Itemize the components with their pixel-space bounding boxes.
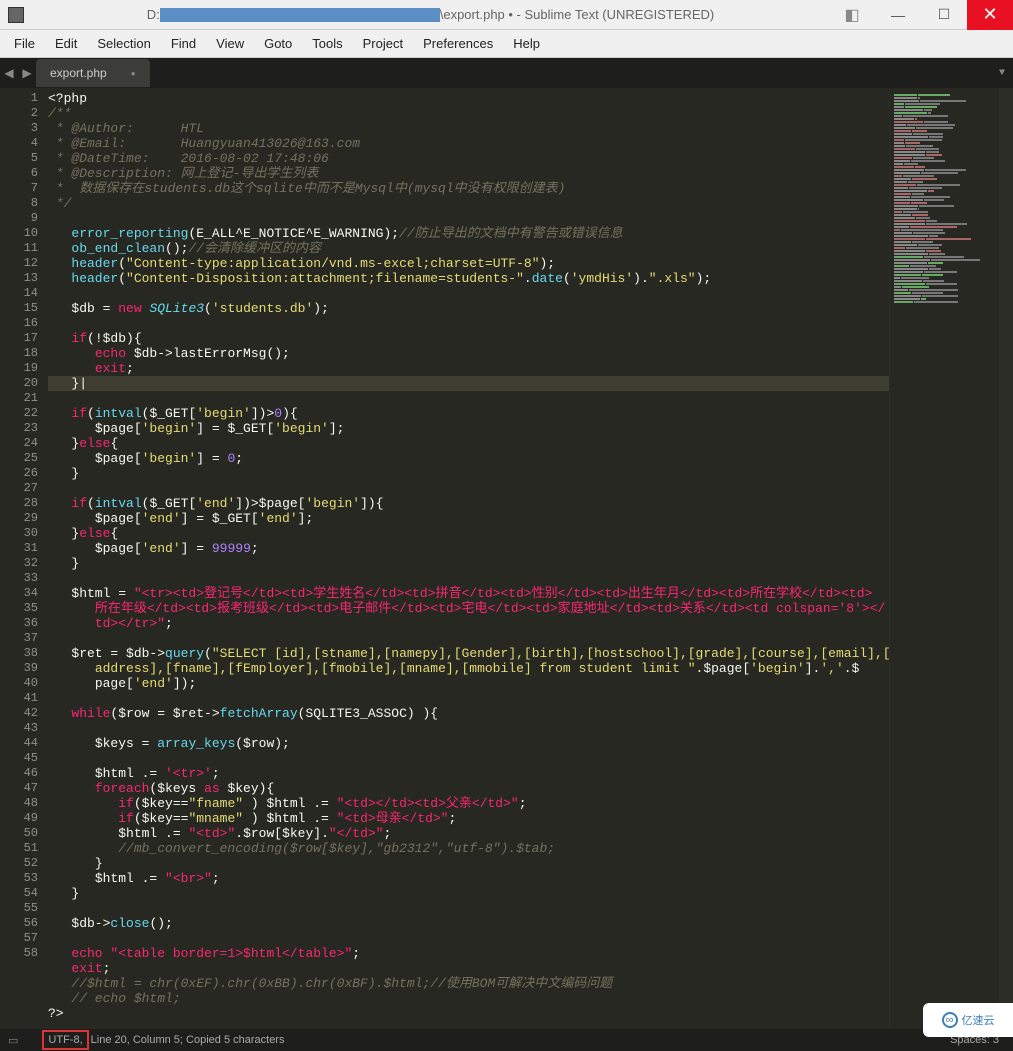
scrollbar[interactable] bbox=[999, 88, 1013, 1029]
line-gutter: 1234567891011121314151617181920212223242… bbox=[0, 88, 48, 1029]
menu-edit[interactable]: Edit bbox=[45, 32, 87, 55]
minimap[interactable] bbox=[889, 88, 999, 1029]
tab-prev-icon[interactable]: ◀ bbox=[0, 59, 18, 87]
title-filename: \export.php • - Sublime Text (UNREGISTER… bbox=[440, 7, 715, 22]
minimize-button[interactable]: — bbox=[875, 0, 921, 30]
tab-next-icon[interactable]: ▶ bbox=[18, 59, 36, 87]
app-icon bbox=[8, 7, 24, 23]
help-icon[interactable]: ◧ bbox=[829, 0, 875, 30]
menu-project[interactable]: Project bbox=[353, 32, 413, 55]
watermark-icon: ∞ bbox=[942, 1012, 958, 1028]
menu-goto[interactable]: Goto bbox=[254, 32, 302, 55]
menu-help[interactable]: Help bbox=[503, 32, 550, 55]
encoding-indicator[interactable]: UTF-8, bbox=[44, 1032, 86, 1048]
watermark-text: 亿速云 bbox=[962, 1012, 995, 1028]
path-prefix: D: bbox=[147, 7, 160, 22]
tab-menu-icon[interactable]: ▼ bbox=[999, 68, 1005, 79]
menu-view[interactable]: View bbox=[206, 32, 254, 55]
title-bar: D: \export.php • - Sublime Text (UNREGIST… bbox=[0, 0, 1013, 30]
editor-area: 1234567891011121314151617181920212223242… bbox=[0, 88, 1013, 1029]
tab-dirty-icon: ● bbox=[131, 69, 136, 78]
path-hidden-region bbox=[160, 8, 440, 22]
file-tab[interactable]: export.php ● bbox=[36, 59, 150, 87]
status-icon: ▭ bbox=[8, 1034, 18, 1047]
menu-bar: File Edit Selection Find View Goto Tools… bbox=[0, 30, 1013, 58]
maximize-button[interactable]: ☐ bbox=[921, 0, 967, 30]
tab-label: export.php bbox=[50, 66, 107, 80]
menu-find[interactable]: Find bbox=[161, 32, 206, 55]
tab-row: ◀ ▶ export.php ● ▼ bbox=[0, 58, 1013, 88]
close-button[interactable]: ✕ bbox=[967, 0, 1013, 30]
menu-tools[interactable]: Tools bbox=[302, 32, 352, 55]
menu-selection[interactable]: Selection bbox=[87, 32, 160, 55]
menu-preferences[interactable]: Preferences bbox=[413, 32, 503, 55]
window-title: D: \export.php • - Sublime Text (UNREGIST… bbox=[32, 7, 829, 23]
status-bar: ▭ UTF-8, Line 20, Column 5; Copied 5 cha… bbox=[0, 1029, 1013, 1051]
code-editor[interactable]: <?php/** * @Author: HTL * @Email: Huangy… bbox=[48, 88, 889, 1029]
menu-file[interactable]: File bbox=[4, 32, 45, 55]
watermark-badge: ∞ 亿速云 bbox=[923, 1003, 1013, 1037]
cursor-position: Line 20, Column 5; Copied 5 characters bbox=[91, 1034, 285, 1046]
window-buttons: ◧ — ☐ ✕ bbox=[829, 0, 1013, 30]
